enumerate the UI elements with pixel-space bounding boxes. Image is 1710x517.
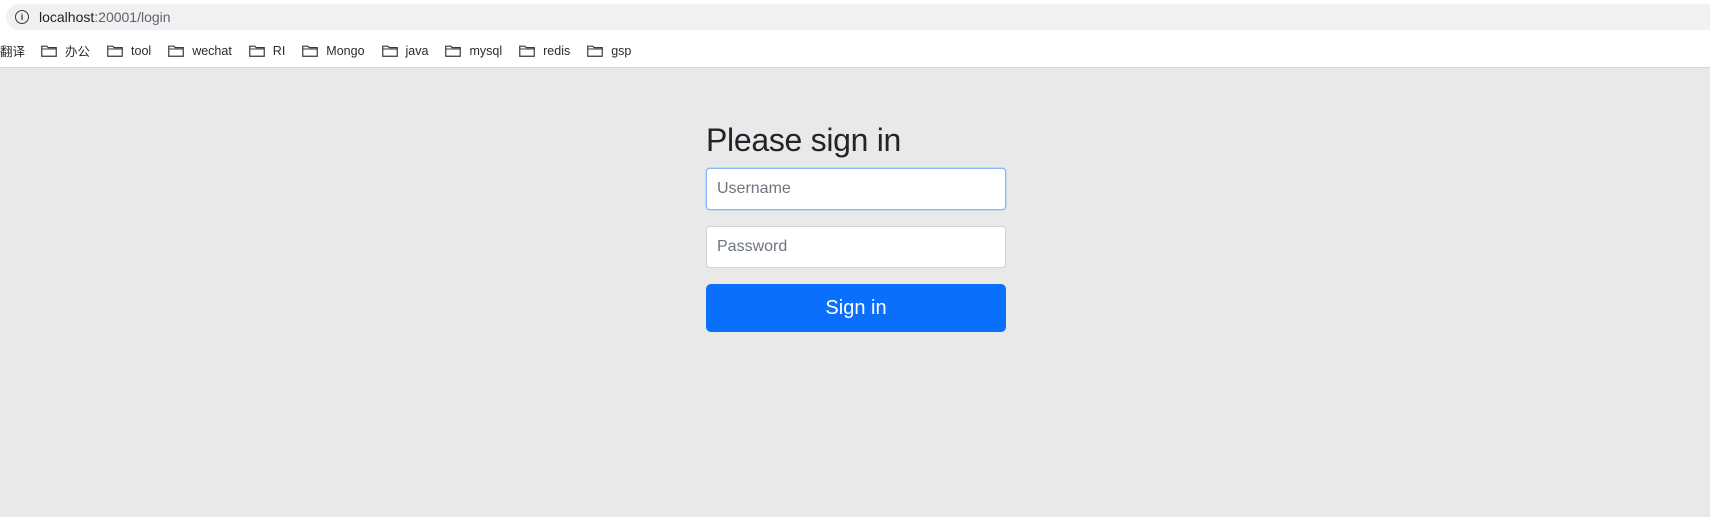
bookmark-label: mysql — [469, 43, 503, 58]
folder-icon — [41, 45, 57, 57]
bookmark-label: Mongo — [326, 43, 365, 58]
bookmarks-bar: 翻译 办公 tool wechat RI Mongo java mysql re… — [0, 34, 1710, 68]
bookmark-label: wechat — [192, 43, 232, 58]
bookmark-label: redis — [543, 43, 571, 58]
browser-address-bar: i localhost:20001/login — [0, 0, 1710, 34]
folder-icon — [445, 45, 462, 57]
signin-form: Please sign in Sign in — [706, 118, 1006, 332]
bookmark-label: gsp — [611, 43, 632, 58]
folder-icon — [248, 45, 265, 57]
folder-icon — [519, 45, 535, 57]
url-host: localhost — [39, 9, 95, 25]
bookmark-folder-mongo[interactable]: Mongo — [302, 43, 365, 58]
folder-icon — [302, 45, 319, 57]
password-input[interactable] — [706, 226, 1006, 268]
username-input[interactable] — [706, 168, 1006, 210]
bookmark-folder-mysql[interactable]: mysql — [445, 44, 502, 58]
bookmark-translate[interactable]: 翻译 — [0, 41, 25, 60]
folder-icon — [107, 45, 123, 57]
bookmark-folder-gsp[interactable]: gsp — [587, 44, 631, 58]
info-icon[interactable]: i — [15, 10, 29, 24]
url-text[interactable]: localhost:20001/login — [39, 9, 171, 25]
bookmark-folder-bangong[interactable]: 办公 — [41, 41, 90, 60]
folder-icon — [168, 45, 185, 57]
bookmark-label: 办公 — [65, 45, 91, 59]
url-path: :20001/login — [94, 9, 171, 25]
url-field[interactable]: i localhost:20001/login — [6, 4, 1710, 30]
sign-in-button[interactable]: Sign in — [706, 284, 1006, 332]
bookmark-folder-redis[interactable]: redis — [519, 44, 570, 58]
bookmark-folder-wechat[interactable]: wechat — [168, 44, 232, 58]
bookmark-label: RI — [272, 43, 286, 58]
bookmark-folder-tool[interactable]: tool — [107, 44, 151, 58]
folder-icon — [587, 45, 604, 57]
bookmark-folder-ri[interactable]: RI — [248, 43, 286, 58]
bookmark-folder-java[interactable]: java — [381, 43, 429, 58]
page-title: Please sign in — [706, 122, 902, 158]
bookmark-label: java — [405, 43, 429, 58]
bookmark-label: tool — [131, 43, 152, 58]
folder-icon — [381, 45, 398, 57]
